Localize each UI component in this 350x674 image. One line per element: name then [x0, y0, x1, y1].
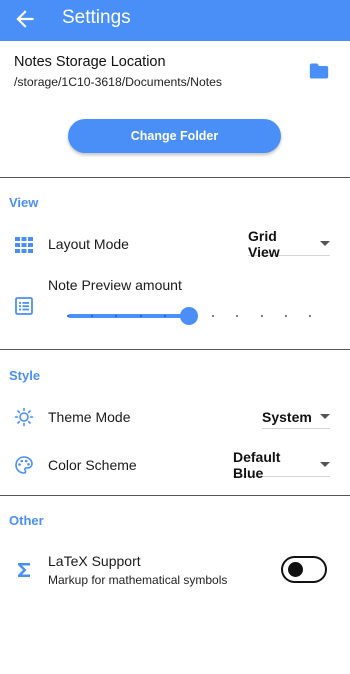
- app-bar: Settings: [0, 0, 350, 41]
- section-header-view: View: [9, 195, 39, 210]
- chevron-down-icon: [320, 241, 330, 246]
- slider-tick: [236, 315, 239, 317]
- color-scheme-value: Default Blue: [233, 448, 281, 481]
- change-folder-button[interactable]: Change Folder: [68, 119, 281, 153]
- layout-mode-dropdown[interactable]: Grid View: [248, 228, 330, 260]
- layout-mode-label: Layout Mode: [48, 236, 129, 252]
- latex-support-toggle[interactable]: [281, 556, 327, 583]
- color-scheme-dropdown[interactable]: Default Blue: [233, 449, 330, 481]
- slider-tick: [67, 315, 69, 317]
- slider-tick: [163, 315, 166, 317]
- sigma-icon: [18, 563, 30, 577]
- latex-support-label: LaTeX Support: [48, 553, 141, 569]
- storage-location-title: Notes Storage Location: [14, 54, 166, 70]
- arrow-back-icon[interactable]: [12, 6, 38, 32]
- storage-location-path: /storage/1C10-3618/Documents/Notes: [14, 75, 222, 89]
- note-preview-label: Note Preview amount: [48, 277, 182, 293]
- list-box-icon: [15, 297, 33, 315]
- theme-mode-dropdown[interactable]: System: [262, 405, 330, 429]
- slider-tick: [309, 315, 311, 317]
- palette-icon: [15, 456, 33, 474]
- divider: [0, 177, 350, 178]
- slider-thumb[interactable]: [180, 307, 198, 325]
- theme-mode-label: Theme Mode: [48, 409, 131, 425]
- folder-icon[interactable]: [309, 62, 329, 80]
- toggle-knob: [288, 562, 303, 577]
- section-header-style: Style: [9, 368, 41, 383]
- note-preview-slider[interactable]: [67, 305, 311, 327]
- divider: [0, 495, 350, 496]
- color-scheme-label: Color Scheme: [48, 457, 137, 473]
- slider-tick: [284, 315, 287, 317]
- page-title: Settings: [62, 7, 131, 28]
- slider-tick: [212, 315, 215, 317]
- slider-track-active: [68, 314, 189, 318]
- brightness-icon: [14, 407, 34, 427]
- grid-icon: [15, 237, 33, 253]
- slider-tick: [260, 315, 263, 317]
- chevron-down-icon: [320, 462, 330, 467]
- latex-support-sublabel: Markup for mathematical symbols: [48, 573, 228, 587]
- chevron-down-icon: [319, 414, 330, 419]
- slider-tick: [139, 315, 142, 317]
- divider: [0, 349, 350, 350]
- theme-mode-value: System: [262, 408, 312, 425]
- layout-mode-value: Grid View: [248, 227, 280, 260]
- section-header-other: Other: [9, 513, 44, 528]
